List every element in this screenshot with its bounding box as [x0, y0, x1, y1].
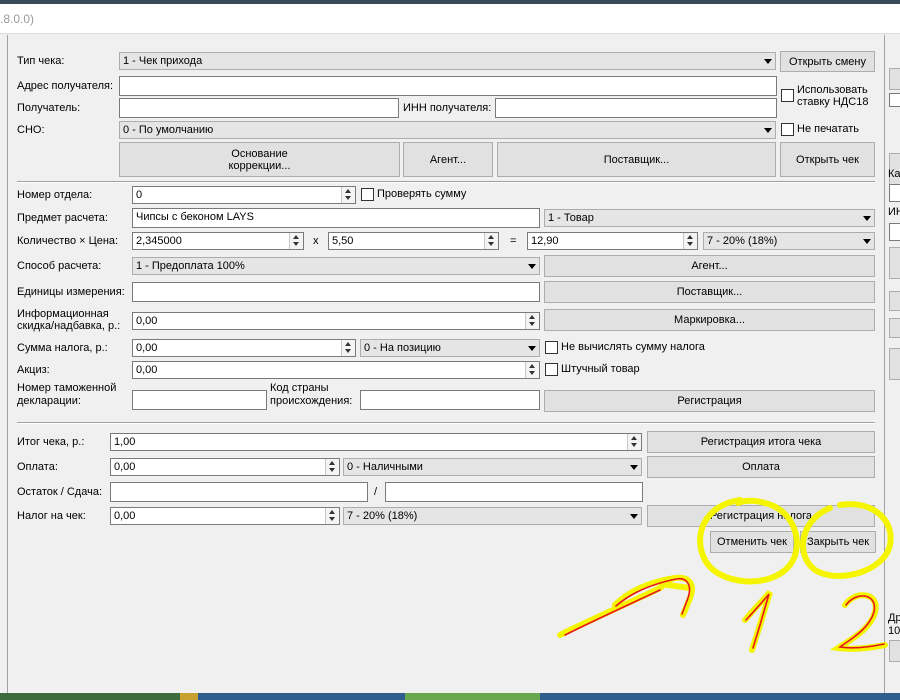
- yellow-digit-2: [829, 592, 888, 652]
- yellow-circle-cancel: [697, 497, 800, 585]
- annotation-overlay: [557, 497, 894, 653]
- yellow-circle-close: [800, 501, 894, 579]
